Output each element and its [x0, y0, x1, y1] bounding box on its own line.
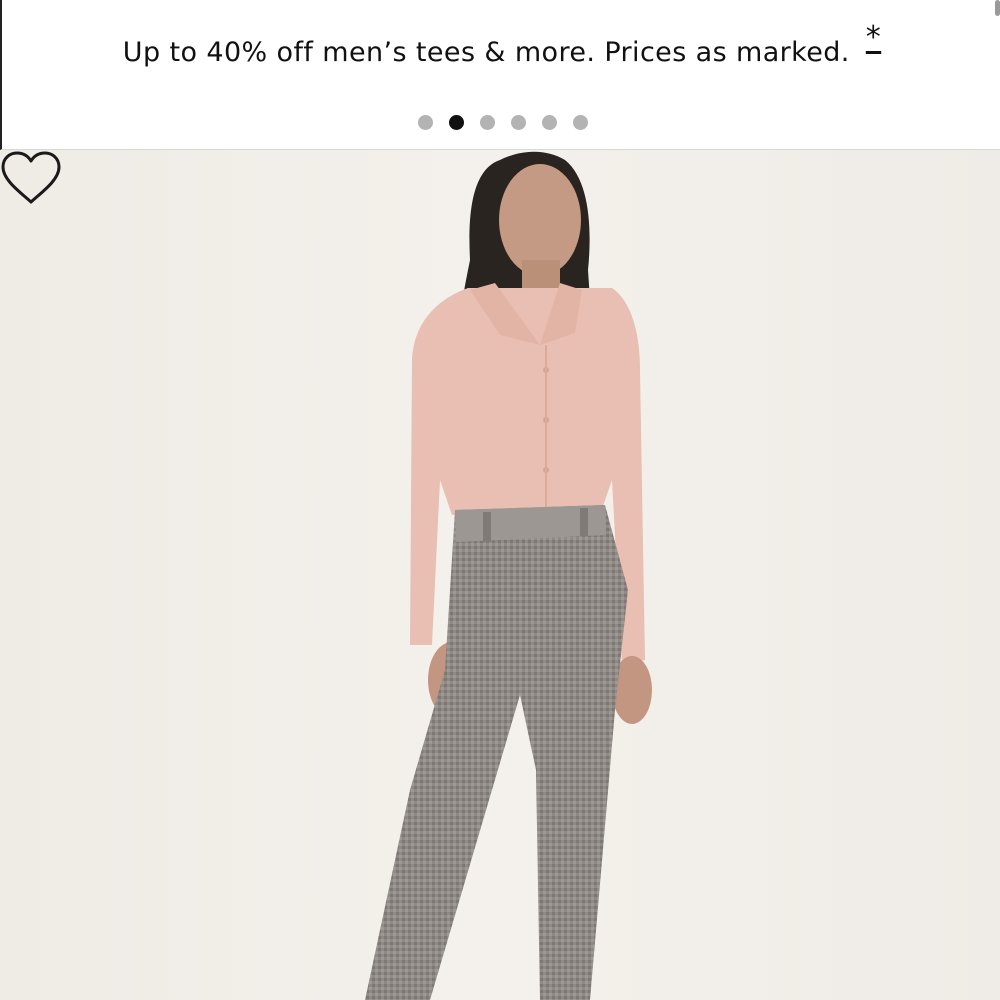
carousel-dot[interactable] [542, 115, 557, 130]
promo-banner: Up to 40% off men’s tees & more. Prices … [0, 0, 1000, 150]
heart-outline-icon[interactable] [0, 150, 62, 206]
carousel-dot[interactable] [480, 115, 495, 130]
carousel-dot[interactable] [418, 115, 433, 130]
product-image[interactable] [0, 150, 1000, 1000]
model-photo [0, 150, 1000, 1000]
carousel-dot[interactable] [573, 115, 588, 130]
carousel-pagination [418, 115, 588, 130]
carousel-dot-active[interactable] [449, 115, 464, 130]
promo-details-link[interactable]: * [866, 20, 881, 55]
carousel-dot[interactable] [511, 115, 526, 130]
promo-text: Up to 40% off men’s tees & more. Prices … [122, 37, 850, 68]
scrollbar-thumb[interactable] [995, 0, 1000, 16]
promo-message: Up to 40% off men’s tees & more. Prices … [2, 20, 1000, 69]
